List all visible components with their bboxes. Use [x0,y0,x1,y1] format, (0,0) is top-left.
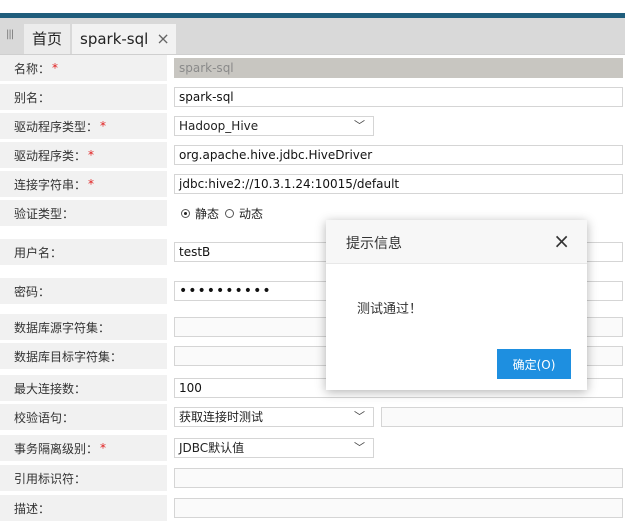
required-mark: * [88,177,95,191]
tab-home-label: 首页 [32,30,63,48]
driver-type-select[interactable]: Hadoop_Hive ﹀ [174,116,374,136]
info-dialog: 提示信息 × 测试通过！ 确定(O) [326,220,587,390]
driver-type-value: Hadoop_Hive [179,119,259,133]
driver-class-field[interactable]: org.apache.hive.jdbc.HiveDriver [174,145,623,165]
label-name: 名称： [14,61,51,76]
required-mark: * [100,441,107,455]
row-alias: 别名： spark-sql [0,84,625,110]
label-driver-type: 驱动程序类型： [14,119,99,134]
tab-close-icon[interactable]: × [156,29,169,48]
row-driver-type: 驱动程序类型： * Hadoop_Hive ﹀ [0,113,625,139]
validation-value: 获取连接时测试 [179,410,264,424]
row-validation: 校验语句： 获取连接时测试 ﹀ [0,404,625,430]
description-field[interactable] [174,498,623,518]
radio-off-icon [225,209,235,218]
close-icon[interactable]: × [553,229,570,253]
tab-spark-sql-label: spark-sql [80,30,149,48]
label-driver-class: 驱动程序类： [14,148,87,163]
label-password: 密码： [14,284,51,299]
radio-on-icon [181,209,190,218]
radio-static[interactable]: 静态 [181,205,219,222]
window-top-strip [0,0,625,13]
dialog-title: 提示信息 [346,236,402,252]
conn-string-field[interactable]: jdbc:hive2://10.3.1.24:10015/default [174,174,623,194]
row-name: 名称： * spark-sql [0,55,625,81]
menu-handle-icon[interactable]: ||| [6,29,14,40]
tab-bar: ||| 首页 spark-sql × [0,18,625,55]
label-isolation: 事务隔离级别： [14,441,99,456]
label-description: 描述： [14,501,51,516]
chevron-down-icon: ﹀ [354,410,365,423]
required-mark: * [88,148,95,162]
row-driver-class: 驱动程序类： * org.apache.hive.jdbc.HiveDriver [0,142,625,168]
row-conn-string: 连接字符串： * jdbc:hive2://10.3.1.24:10015/def… [0,171,625,197]
tab-spark-sql[interactable]: spark-sql × [72,24,176,54]
label-conn-string: 连接字符串： [14,177,87,192]
isolation-select[interactable]: JDBC默认值 ﹀ [174,438,374,458]
tab-home[interactable]: 首页 [24,24,71,54]
validation-sql-field[interactable] [381,407,623,427]
isolation-value: JDBC默认值 [179,441,245,455]
chevron-down-icon: ﹀ [354,119,365,132]
required-mark: * [52,61,59,75]
label-src-charset: 数据库源字符集： [14,320,111,335]
name-field: spark-sql [174,58,623,78]
validation-select[interactable]: 获取连接时测试 ﹀ [174,407,374,427]
label-alias: 别名： [14,90,51,105]
label-quote-char: 引用标识符： [14,471,87,486]
required-mark: * [100,119,107,133]
ok-button[interactable]: 确定(O) [497,349,571,379]
dialog-message: 测试通过！ [357,302,423,317]
label-validation: 校验语句： [14,410,75,425]
quote-char-field[interactable] [174,468,623,488]
row-isolation: 事务隔离级别： * JDBC默认值 ﹀ [0,435,625,461]
label-auth-type: 验证类型： [14,206,75,221]
row-quote-char: 引用标识符： [0,465,625,491]
label-max-conn: 最大连接数： [14,381,87,396]
dialog-header: 提示信息 × [326,220,587,264]
alias-field[interactable]: spark-sql [174,87,623,107]
radio-dynamic[interactable]: 动态 [225,205,263,222]
label-dst-charset: 数据库目标字符集： [14,349,123,364]
row-description: 描述： [0,495,625,521]
label-username: 用户名： [14,245,63,260]
chevron-down-icon: ﹀ [354,441,365,454]
